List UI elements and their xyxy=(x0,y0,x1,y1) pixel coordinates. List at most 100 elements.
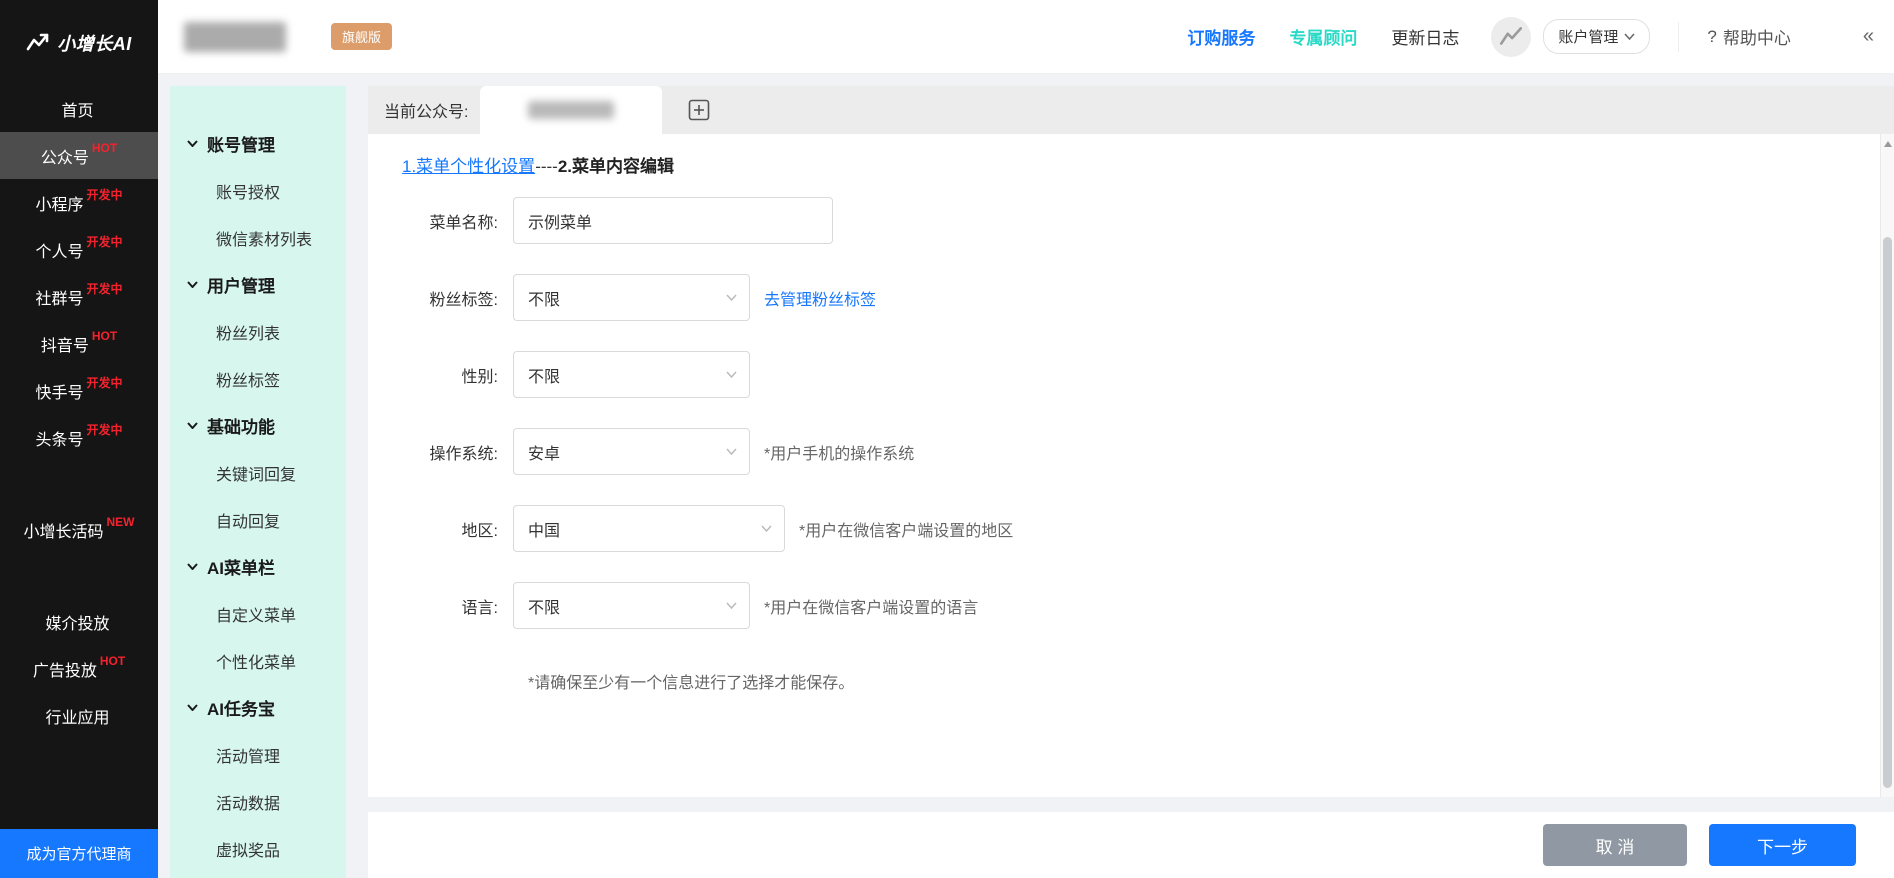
submenu-item-custom-menu[interactable]: 自定义菜单 xyxy=(170,590,346,637)
sidebar-item-badge: HOT xyxy=(99,653,126,668)
chevron-down-icon xyxy=(187,563,198,570)
step1-menu-personalization-link[interactable]: 1.菜单个性化设置 xyxy=(402,157,535,176)
submenu-group-label: AI菜单栏 xyxy=(207,559,275,578)
secondary-sidebar: 账号管理 账号授权 微信素材列表 用户管理 粉丝列表 粉丝标签 基础功能 关键词… xyxy=(170,86,346,878)
language-label: 语言: xyxy=(461,599,498,617)
add-account-button[interactable] xyxy=(688,99,710,121)
sidebar-item-personal-account[interactable]: 个人号 开发中 xyxy=(0,226,158,273)
edition-badge: 旗舰版 xyxy=(331,23,393,50)
account-menu-label: 账户管理 xyxy=(1558,29,1619,46)
header-right: 订购服务 专属顾问 更新日志 账户管理 ? 帮助中心 « xyxy=(1153,16,1874,57)
help-center-link[interactable]: ? 帮助中心 xyxy=(1707,24,1790,49)
sidebar-item-media-placement[interactable]: 媒介投放 xyxy=(0,598,158,645)
sidebar-item-live-code[interactable]: 小增长活码 NEW xyxy=(0,506,158,553)
primary-sidebar: 小增长AI 首页 公众号 HOT 小程序 开发中 个人号 开发中 社群号 开发中 抖音号… xyxy=(0,0,158,878)
user-avatar[interactable] xyxy=(1491,16,1532,57)
sidebar-item-badge: 开发中 xyxy=(86,423,123,437)
submenu-item-fan-tags[interactable]: 粉丝标签 xyxy=(170,355,346,402)
sidebar-item-label: 行业应用 xyxy=(45,709,110,727)
plus-square-icon xyxy=(689,99,710,121)
sidebar-item-ad-placement[interactable]: 广告投放 HOT xyxy=(0,645,158,692)
avatar-zigzag-icon xyxy=(1500,26,1523,45)
submenu-item-keyword-reply[interactable]: 关键词回复 xyxy=(170,449,346,496)
gender-label: 性别: xyxy=(461,368,498,386)
scrollbar-up-arrow[interactable] xyxy=(1883,141,1892,147)
region-select[interactable]: 中国 xyxy=(513,505,785,552)
chevron-down-icon xyxy=(187,704,198,711)
step-separator: ---- xyxy=(535,157,558,176)
sidebar-item-label: 个人号 xyxy=(35,243,84,261)
sidebar-item-toutiao[interactable]: 头条号 开发中 xyxy=(0,414,158,461)
submenu-item-fan-list[interactable]: 粉丝列表 xyxy=(170,308,346,355)
submenu-item-label: 活动数据 xyxy=(216,795,281,813)
submenu-item-personalized-menu[interactable]: 个性化菜单 xyxy=(170,637,346,684)
help-center-label: 帮助中心 xyxy=(1722,29,1791,48)
sidebar-item-industry-apps[interactable]: 行业应用 xyxy=(0,692,158,739)
sidebar-item-mini-program[interactable]: 小程序 开发中 xyxy=(0,179,158,226)
become-agent-button[interactable]: 成为官方代理商 xyxy=(0,829,158,878)
submenu-item-activity-data[interactable]: 活动数据 xyxy=(170,778,346,825)
redacted-account-name xyxy=(528,101,615,119)
next-step-button[interactable]: 下一步 xyxy=(1709,824,1856,866)
form-row-fan-tag: 粉丝标签: 不限 去管理粉丝标签 xyxy=(368,274,1894,321)
sidebar-item-label: 小程序 xyxy=(35,196,84,214)
header-divider xyxy=(1678,21,1680,52)
sidebar-item-badge: 开发中 xyxy=(86,188,123,202)
form-row-menu-name: 菜单名称: xyxy=(368,197,1894,244)
changelog-link[interactable]: 更新日志 xyxy=(1391,24,1459,49)
menu-name-input[interactable] xyxy=(513,197,833,244)
submenu-item-auto-reply[interactable]: 自动回复 xyxy=(170,496,346,543)
sidebar-item-label: 首页 xyxy=(61,102,94,120)
gender-select-value: 不限 xyxy=(528,368,561,386)
chevron-down-icon xyxy=(187,422,198,429)
submenu-group-ai-menu-bar[interactable]: AI菜单栏 xyxy=(170,543,346,590)
collapse-panel-icon[interactable]: « xyxy=(1863,25,1874,48)
gender-select[interactable]: 不限 xyxy=(513,351,750,398)
sidebar-item-label: 公众号 xyxy=(40,149,89,167)
chevron-down-icon xyxy=(726,602,737,609)
submenu-item-account-authorization[interactable]: 账号授权 xyxy=(170,167,346,214)
question-mark-icon: ? xyxy=(1707,26,1717,46)
submenu-group-user-management[interactable]: 用户管理 xyxy=(170,261,346,308)
sidebar-item-douyin[interactable]: 抖音号 HOT xyxy=(0,320,158,367)
submenu-item-virtual-prizes[interactable]: 虚拟奖品 xyxy=(170,825,346,872)
save-requirement-note: *请确保至少有一个信息进行了选择才能保存。 xyxy=(528,675,855,692)
sidebar-item-official-account[interactable]: 公众号 HOT xyxy=(0,132,158,179)
order-service-link[interactable]: 订购服务 xyxy=(1187,24,1255,49)
fan-tag-select[interactable]: 不限 xyxy=(513,274,750,321)
form-row-gender: 性别: 不限 xyxy=(368,351,1894,398)
sidebar-item-label: 社群号 xyxy=(35,290,84,308)
chevron-down-icon xyxy=(726,448,737,455)
cancel-button[interactable]: 取 消 xyxy=(1543,824,1687,866)
account-menu-dropdown[interactable]: 账户管理 xyxy=(1543,19,1651,54)
current-account-label: 当前公众号: xyxy=(384,104,469,121)
footer-action-bar: 取 消 下一步 xyxy=(368,812,1894,878)
scrollbar-thumb[interactable] xyxy=(1883,237,1892,788)
manage-fan-tags-link[interactable]: 去管理粉丝标签 xyxy=(764,286,876,310)
region-note: *用户在微信客户端设置的地区 xyxy=(799,522,1014,540)
submenu-group-label: 用户管理 xyxy=(207,277,275,296)
submenu-item-label: 虚拟奖品 xyxy=(216,842,281,860)
current-account-tab[interactable] xyxy=(480,86,663,134)
submenu-item-wechat-material-list[interactable]: 微信素材列表 xyxy=(170,214,346,261)
top-header: 旗舰版 订购服务 专属顾问 更新日志 账户管理 ? 帮助中心 « xyxy=(158,0,1894,74)
language-select[interactable]: 不限 xyxy=(513,582,750,629)
menu-name-label: 菜单名称: xyxy=(429,214,498,232)
chevron-down-icon xyxy=(761,525,772,532)
sidebar-item-kuaishou[interactable]: 快手号 开发中 xyxy=(0,367,158,414)
submenu-group-ai-task-treasure[interactable]: AI任务宝 xyxy=(170,684,346,731)
os-select[interactable]: 安卓 xyxy=(513,428,750,475)
submenu-item-activity-management[interactable]: 活动管理 xyxy=(170,731,346,778)
redacted-company-logo xyxy=(184,21,286,52)
scrollbar[interactable] xyxy=(1880,134,1894,797)
zigzag-logo-icon xyxy=(26,33,49,50)
sidebar-item-label: 小增长活码 xyxy=(23,523,104,541)
submenu-group-account-management[interactable]: 账号管理 xyxy=(170,120,346,167)
exclusive-advisor-link[interactable]: 专属顾问 xyxy=(1289,24,1357,49)
workspace: 账号管理 账号授权 微信素材列表 用户管理 粉丝列表 粉丝标签 基础功能 关键词… xyxy=(158,74,1894,878)
sidebar-item-badge: 开发中 xyxy=(86,282,123,296)
submenu-group-basic-functions[interactable]: 基础功能 xyxy=(170,402,346,449)
sidebar-item-home[interactable]: 首页 xyxy=(0,85,158,132)
sidebar-item-community-account[interactable]: 社群号 开发中 xyxy=(0,273,158,320)
submenu-group-label: 基础功能 xyxy=(207,418,275,437)
